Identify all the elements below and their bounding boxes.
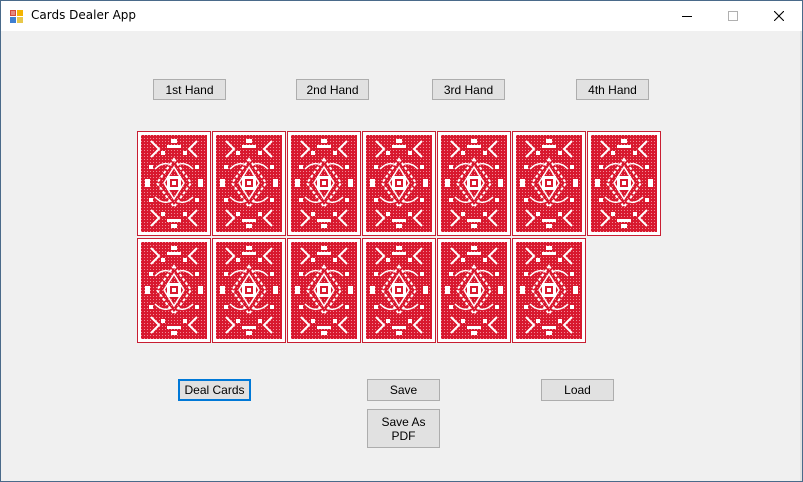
window-edge bbox=[800, 31, 802, 481]
client-area: 1st Hand 2nd Hand 3rd Hand 4th Hand Deal… bbox=[1, 31, 802, 481]
card-back[interactable] bbox=[362, 131, 436, 236]
save-button[interactable]: Save bbox=[367, 379, 440, 401]
deal-cards-button[interactable]: Deal Cards bbox=[178, 379, 251, 401]
card-back[interactable] bbox=[362, 238, 436, 343]
window-title: Cards Dealer App bbox=[31, 8, 137, 22]
card-back-pattern bbox=[591, 135, 657, 232]
title-bar[interactable]: Cards Dealer App bbox=[1, 1, 802, 31]
card-back[interactable] bbox=[437, 131, 511, 236]
card-back[interactable] bbox=[512, 238, 586, 343]
maximize-button[interactable] bbox=[710, 1, 756, 31]
close-icon bbox=[774, 11, 784, 21]
card-back-pattern bbox=[216, 135, 282, 232]
card-back-pattern bbox=[441, 242, 507, 339]
third-hand-button[interactable]: 3rd Hand bbox=[432, 79, 505, 100]
card-back-pattern bbox=[441, 135, 507, 232]
card-back-pattern bbox=[366, 135, 432, 232]
card-back-pattern bbox=[141, 135, 207, 232]
fourth-hand-button[interactable]: 4th Hand bbox=[576, 79, 649, 100]
card-back-pattern bbox=[516, 242, 582, 339]
minimize-button[interactable] bbox=[664, 1, 710, 31]
load-button[interactable]: Load bbox=[541, 379, 614, 401]
card-back-pattern bbox=[516, 135, 582, 232]
close-button[interactable] bbox=[756, 1, 802, 31]
first-hand-button[interactable]: 1st Hand bbox=[153, 79, 226, 100]
minimize-icon bbox=[682, 16, 692, 17]
card-back-pattern bbox=[216, 242, 282, 339]
card-back[interactable] bbox=[212, 131, 286, 236]
app-icon bbox=[10, 9, 24, 23]
app-window: Cards Dealer App 1st Hand 2nd Hand 3rd H… bbox=[0, 0, 803, 482]
second-hand-button[interactable]: 2nd Hand bbox=[296, 79, 369, 100]
card-back[interactable] bbox=[437, 238, 511, 343]
card-back[interactable] bbox=[512, 131, 586, 236]
save-as-pdf-button[interactable]: Save As PDF bbox=[367, 409, 440, 448]
card-back[interactable] bbox=[137, 238, 211, 343]
card-back[interactable] bbox=[287, 238, 361, 343]
card-back-pattern bbox=[141, 242, 207, 339]
card-back-pattern bbox=[291, 135, 357, 232]
maximize-icon bbox=[728, 11, 738, 21]
card-back-pattern bbox=[291, 242, 357, 339]
card-back[interactable] bbox=[287, 131, 361, 236]
card-back[interactable] bbox=[212, 238, 286, 343]
card-back[interactable] bbox=[137, 131, 211, 236]
card-back[interactable] bbox=[587, 131, 661, 236]
card-back-pattern bbox=[366, 242, 432, 339]
